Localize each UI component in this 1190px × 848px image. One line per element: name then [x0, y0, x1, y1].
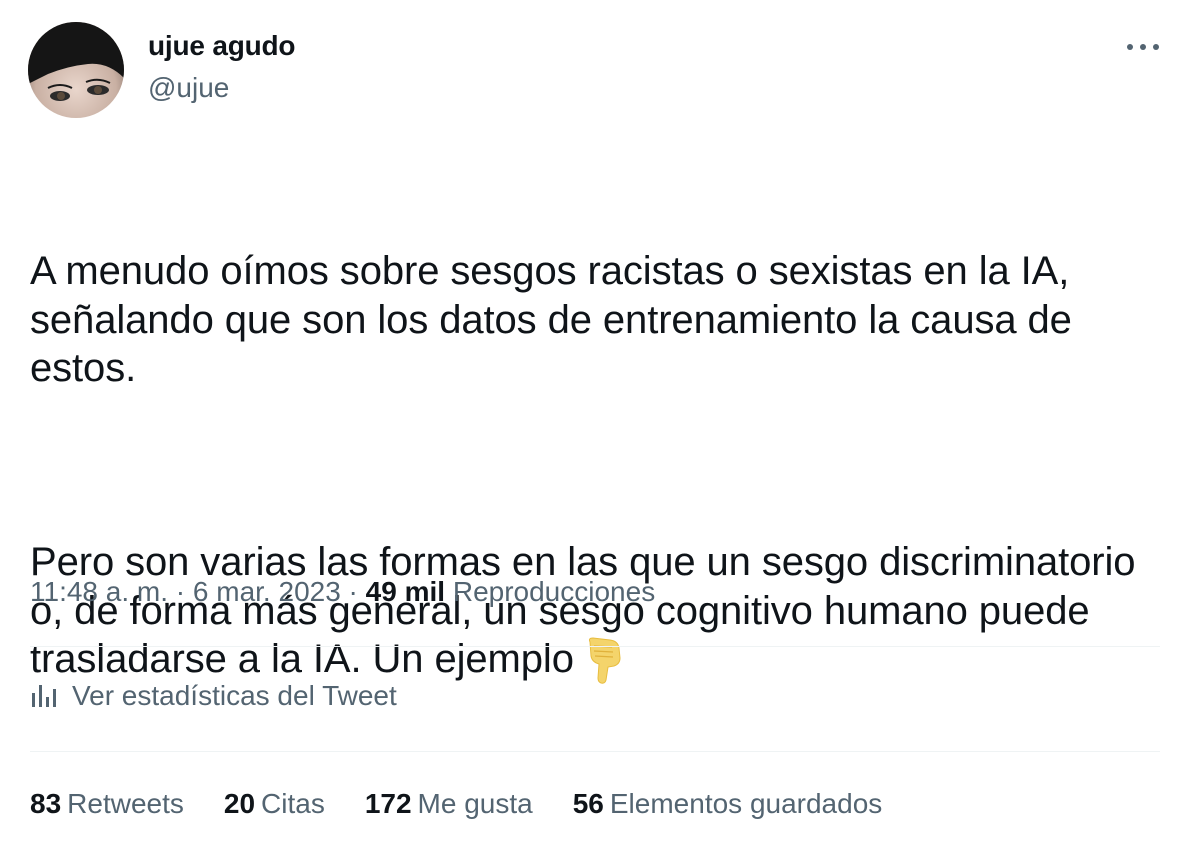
tweet-time[interactable]: 11:48 a. m. [30, 576, 168, 607]
likes-number: 172 [364, 788, 412, 819]
pointing-down-hand-icon [584, 636, 624, 696]
quotes-number: 20 [223, 788, 256, 819]
author-handle[interactable]: @ujue [148, 72, 229, 104]
meta-separator-2: · [340, 576, 366, 607]
likes-label: Me gusta [417, 788, 533, 819]
view-tweet-stats-link[interactable]: Ver estadísticas del Tweet [30, 680, 397, 712]
tweet-date[interactable]: 6 mar. 2023 [193, 576, 341, 607]
engagement-counts: 83 Retweets 20 Citas 172 Me gusta 56 Element… [30, 788, 922, 820]
likes-count[interactable]: 172 Me gusta [365, 788, 533, 820]
tweet-paragraph-2-wrap: Pero son varias las formas en las que un… [30, 538, 1160, 696]
bookmarks-label: Elementos guardados [609, 788, 883, 819]
divider [30, 646, 1160, 647]
retweets-number: 83 [30, 788, 62, 819]
bookmarks-count[interactable]: 56 Elementos guardados [573, 788, 883, 820]
views-label: Reproducciones [452, 576, 656, 607]
retweets-count[interactable]: 83 Retweets [30, 788, 184, 820]
quotes-label: Citas [261, 788, 325, 819]
bar-chart-icon [30, 683, 58, 709]
avatar[interactable] [28, 22, 124, 118]
views-count: 49 mil [365, 576, 446, 607]
tweet-card: ujue agudo @ujue A menudo oímos sobre se… [0, 0, 1190, 848]
tweet-paragraph-1: A menudo oímos sobre sesgos racistas o s… [30, 249, 1083, 390]
divider [30, 751, 1160, 752]
retweets-label: Retweets [67, 788, 184, 819]
view-tweet-stats-label: Ver estadísticas del Tweet [72, 680, 397, 711]
author-display-name[interactable]: ujue agudo [148, 30, 296, 62]
tweet-meta: 11:48 a. m. · 6 mar. 2023 · 49 mil Repro… [30, 576, 655, 608]
bookmarks-number: 56 [572, 788, 604, 819]
more-dots-icon [1127, 44, 1159, 50]
quotes-count[interactable]: 20 Citas [224, 788, 325, 820]
more-options-button[interactable] [1120, 32, 1166, 62]
meta-separator: · [168, 576, 193, 607]
